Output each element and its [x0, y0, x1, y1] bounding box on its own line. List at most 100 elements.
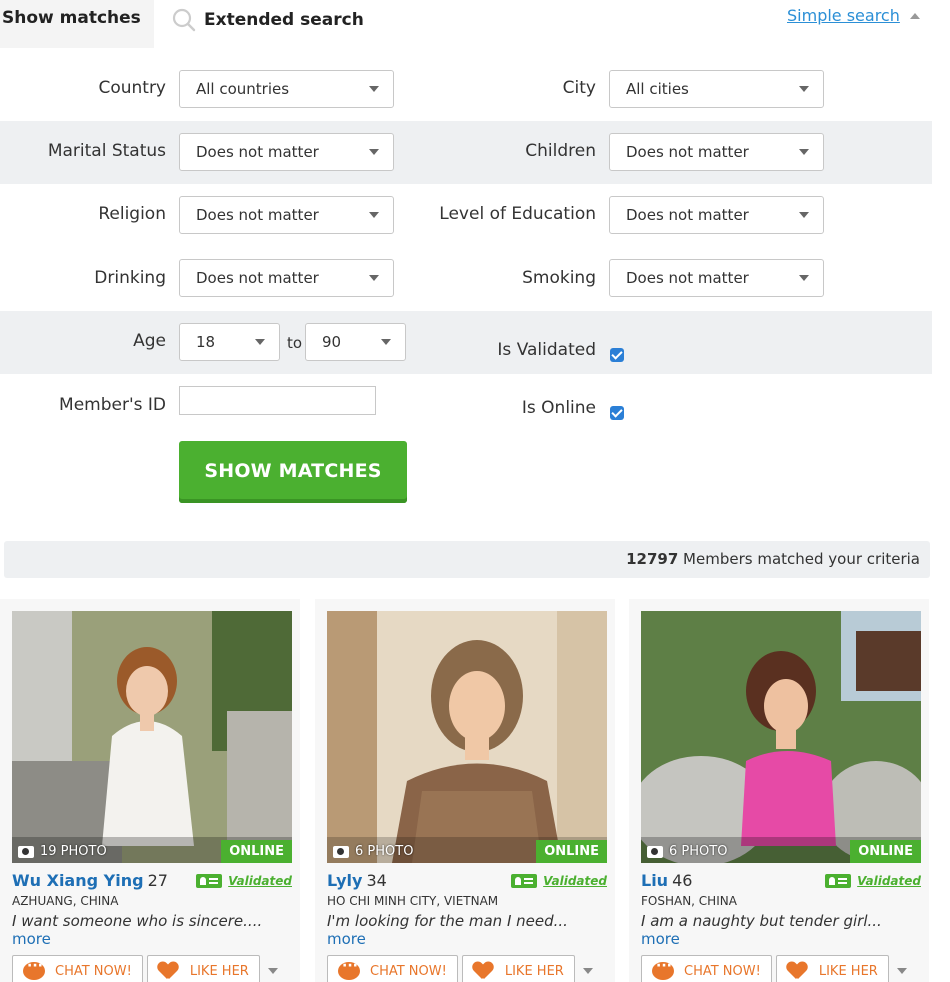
chevron-down-icon[interactable] [582, 968, 593, 974]
show-matches-button[interactable]: SHOW MATCHES [179, 441, 407, 503]
chevron-down-icon[interactable] [896, 968, 907, 974]
chat-now-button[interactable]: CHAT NOW! [641, 955, 772, 982]
profile-name-line: Wu Xiang Ying 27 Validated [12, 871, 292, 891]
profile-name[interactable]: Wu Xiang Ying [12, 871, 144, 890]
marital-status-select[interactable]: Does not matter [179, 133, 394, 171]
online-badge: ONLINE [221, 840, 292, 863]
tab-extended-search[interactable]: Extended search [172, 8, 364, 32]
chat-now-button[interactable]: CHAT NOW! [12, 955, 143, 982]
children-select[interactable]: Does not matter [609, 133, 824, 171]
drinking-select[interactable]: Does not matter [179, 259, 394, 297]
like-her-label: LIKE HER [504, 963, 564, 979]
drinking-label: Drinking [94, 268, 166, 288]
online-badge: ONLINE [536, 840, 607, 863]
tab-show-matches-label: Show matches [2, 8, 141, 28]
simple-search-toggle[interactable]: Simple search [787, 6, 920, 25]
id-card-icon [825, 874, 852, 888]
education-label: Level of Education [439, 204, 596, 224]
like-her-label: LIKE HER [818, 963, 878, 979]
chat-bubble-icon [652, 958, 674, 980]
simple-search-link[interactable]: Simple search [787, 6, 900, 25]
id-card-icon [196, 874, 223, 888]
photo-count: 6 PHOTO [647, 844, 727, 859]
member-id-label: Member's ID [59, 395, 166, 415]
chat-bubble-icon [338, 958, 360, 980]
chat-now-label: CHAT NOW! [684, 963, 761, 979]
camera-icon [333, 845, 349, 858]
profile-age: 27 [147, 871, 168, 890]
marital-status-value: Does not matter [196, 143, 319, 161]
tab-extended-search-label: Extended search [204, 10, 364, 30]
chevron-down-icon [369, 212, 379, 218]
photo-count: 6 PHOTO [333, 844, 413, 859]
marital-status-label: Marital Status [47, 141, 166, 161]
tab-show-matches[interactable]: Show matches [0, 0, 154, 48]
religion-label: Religion [98, 204, 166, 224]
results-count: 12797 [626, 550, 679, 568]
children-label: Children [525, 141, 596, 161]
city-select-value: All cities [626, 80, 689, 98]
chat-bubble-icon [23, 958, 45, 980]
more-link[interactable]: more [641, 930, 680, 948]
is-online-checkbox[interactable] [610, 406, 624, 420]
age-label: Age [133, 331, 166, 351]
profile-location: HO CHI MINH CITY, VIETNAM [327, 894, 499, 908]
is-online-label: Is Online [521, 398, 596, 418]
more-link[interactable]: more [12, 930, 51, 948]
profile-name[interactable]: Lyly [327, 871, 362, 890]
validated-badge[interactable]: Validated [511, 874, 607, 888]
chevron-down-icon [799, 275, 809, 281]
profile-name-line: Lyly 34 Validated [327, 871, 607, 891]
profile-actions: CHAT NOW! LIKE HER [12, 955, 278, 982]
validated-label: Validated [543, 874, 607, 888]
drinking-value: Does not matter [196, 269, 319, 287]
online-badge: ONLINE [850, 840, 921, 863]
profile-photo[interactable]: 6 PHOTO ONLINE [641, 611, 921, 863]
chevron-down-icon [369, 86, 379, 92]
validated-label: Validated [228, 874, 292, 888]
like-her-button[interactable]: LIKE HER [146, 955, 260, 982]
more-link[interactable]: more [327, 930, 366, 948]
search-icon [172, 8, 196, 32]
chevron-down-icon [369, 275, 379, 281]
chevron-down-icon [369, 149, 379, 155]
results-count-bar: 12797 Members matched your criteria [4, 541, 930, 578]
results-count-text: 12797 Members matched your criteria [626, 550, 920, 568]
profile-photo[interactable]: 6 PHOTO ONLINE [327, 611, 607, 863]
profile-photo[interactable]: 19 PHOTO ONLINE [12, 611, 292, 863]
chat-now-button[interactable]: CHAT NOW! [327, 955, 458, 982]
profile-bio-text: I am a naughty but tender girl... [641, 912, 882, 930]
profile-name[interactable]: Liu [641, 871, 668, 890]
photo-count-label: 19 PHOTO [40, 844, 107, 859]
caret-up-icon [909, 12, 920, 19]
like-her-button[interactable]: LIKE HER [775, 955, 889, 982]
id-card-icon [511, 874, 538, 888]
validated-badge[interactable]: Validated [196, 874, 292, 888]
smoking-select[interactable]: Does not matter [609, 259, 824, 297]
is-validated-checkbox[interactable] [610, 348, 624, 362]
education-select[interactable]: Does not matter [609, 196, 824, 234]
profile-bio: I'm looking for the man I need... more [327, 912, 609, 948]
profile-card: 6 PHOTO ONLINE Lyly 34 Validated HO CHI M… [315, 599, 615, 982]
chevron-down-icon[interactable] [267, 968, 278, 974]
profile-bio: I want someone who is sincere.... more [12, 912, 294, 948]
profile-card: 6 PHOTO ONLINE Liu 46 Validated FOSHAN, C… [629, 599, 929, 982]
city-select[interactable]: All cities [609, 70, 824, 108]
profile-photo-image [327, 611, 607, 863]
age-to-label: to [286, 334, 302, 352]
country-select[interactable]: All countries [179, 70, 394, 108]
profile-actions: CHAT NOW! LIKE HER [641, 955, 907, 982]
like-her-button[interactable]: LIKE HER [461, 955, 575, 982]
profile-age: 46 [672, 871, 693, 890]
chat-now-label: CHAT NOW! [55, 963, 132, 979]
camera-icon [18, 845, 34, 858]
religion-select[interactable]: Does not matter [179, 196, 394, 234]
heart-icon [787, 962, 807, 980]
age-to-select[interactable]: 90 [305, 323, 406, 361]
chevron-down-icon [799, 86, 809, 92]
age-from-select[interactable]: 18 [179, 323, 280, 361]
smoking-label: Smoking [522, 268, 596, 288]
member-id-input[interactable] [179, 386, 376, 415]
chat-now-label: CHAT NOW! [370, 963, 447, 979]
validated-badge[interactable]: Validated [825, 874, 921, 888]
